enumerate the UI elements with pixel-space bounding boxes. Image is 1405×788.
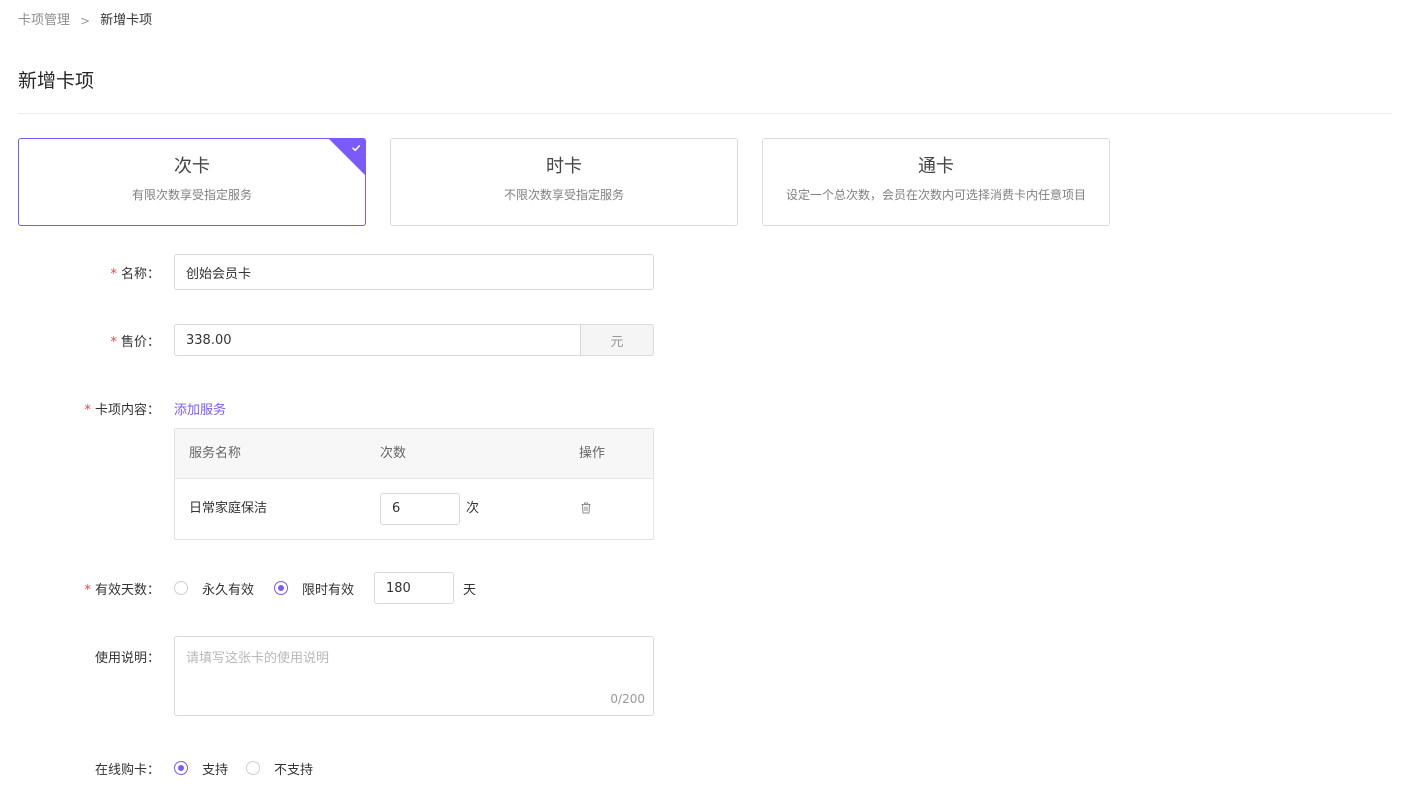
trash-icon[interactable] [579, 501, 593, 515]
name-label-text: 名称： [120, 267, 160, 282]
card-type-universal[interactable]: 通卡 设定一个总次数，会员在次数内可选择消费卡内任意项目 [762, 138, 1110, 226]
column-header-action: 操作 [579, 446, 606, 461]
card-type-desc: 有限次数享受指定服务 [131, 188, 252, 202]
page-title: 新增卡项 [18, 70, 95, 92]
required-mark: * [110, 335, 117, 350]
validity-forever-label[interactable]: 永久有效 [202, 579, 254, 598]
validity-days-input[interactable]: 180 [374, 572, 454, 604]
table-header: 服务名称 次数 操作 [175, 429, 653, 479]
service-table: 服务名称 次数 操作 日常家庭保洁 6 次 [174, 428, 654, 540]
online-unsupported-radio[interactable] [246, 761, 260, 775]
description-label-text: 使用说明： [94, 651, 160, 666]
price-input[interactable]: 338.00 [174, 324, 581, 356]
required-mark: * [110, 267, 117, 282]
required-mark: * [84, 403, 91, 418]
card-type-count[interactable]: 次卡 有限次数享受指定服务 [18, 138, 366, 226]
card-type-desc: 不限次数享受指定服务 [503, 188, 624, 202]
content-label: * 卡项内容： [0, 399, 160, 418]
card-type-desc: 设定一个总次数，会员在次数内可选择消费卡内任意项目 [785, 188, 1086, 202]
service-count-unit: 次 [466, 501, 480, 516]
check-icon [352, 145, 361, 152]
description-char-counter: 0/200 [610, 692, 645, 706]
service-count-input[interactable]: 6 [380, 493, 460, 525]
validity-limited-radio[interactable] [274, 581, 288, 595]
validity-limited-label[interactable]: 限时有效 [302, 579, 354, 598]
content-label-text: 卡项内容： [94, 403, 160, 418]
name-label: * 名称： [0, 263, 160, 282]
description-placeholder: 请填写这张卡的使用说明 [186, 651, 330, 666]
title-divider [18, 113, 1392, 114]
column-header-service-name: 服务名称 [189, 446, 242, 461]
validity-days-value: 180 [386, 580, 411, 596]
validity-days-unit: 天 [463, 583, 477, 598]
breadcrumb-separator: > [80, 14, 91, 28]
online-support-radio[interactable] [174, 761, 188, 775]
card-type-title: 次卡 [174, 156, 210, 177]
description-label: 使用说明： [0, 647, 160, 666]
service-name-cell: 日常家庭保洁 [189, 501, 268, 516]
card-type-title: 时卡 [546, 156, 582, 177]
add-service-link[interactable]: 添加服务 [174, 399, 226, 418]
price-label-text: 售价： [120, 335, 160, 350]
price-label: * 售价： [0, 331, 160, 350]
column-header-count: 次数 [380, 446, 407, 461]
online-purchase-label-text: 在线购卡： [94, 763, 160, 778]
breadcrumb-link-card-management[interactable]: 卡项管理 [18, 12, 70, 30]
service-count-value: 6 [392, 501, 401, 516]
price-input-value: 338.00 [186, 332, 232, 348]
card-type-time[interactable]: 时卡 不限次数享受指定服务 [390, 138, 738, 226]
price-unit-addon: 元 [581, 324, 654, 356]
breadcrumb-current: 新增卡项 [100, 13, 153, 28]
online-unsupported-label[interactable]: 不支持 [274, 759, 313, 778]
validity-forever-radio[interactable] [174, 581, 188, 595]
online-purchase-label: 在线购卡： [0, 759, 160, 778]
online-support-label[interactable]: 支持 [202, 759, 228, 778]
name-input[interactable]: 创始会员卡 [174, 254, 654, 290]
validity-label: * 有效天数： [0, 579, 160, 598]
name-input-value: 创始会员卡 [186, 266, 252, 282]
required-mark: * [84, 583, 91, 598]
validity-label-text: 有效天数： [94, 583, 160, 598]
table-row: 日常家庭保洁 6 次 [175, 479, 653, 539]
card-type-title: 通卡 [918, 156, 954, 177]
description-textarea[interactable]: 请填写这张卡的使用说明 0/200 [174, 636, 654, 716]
breadcrumb: 卡项管理 > 新增卡项 [18, 12, 152, 30]
